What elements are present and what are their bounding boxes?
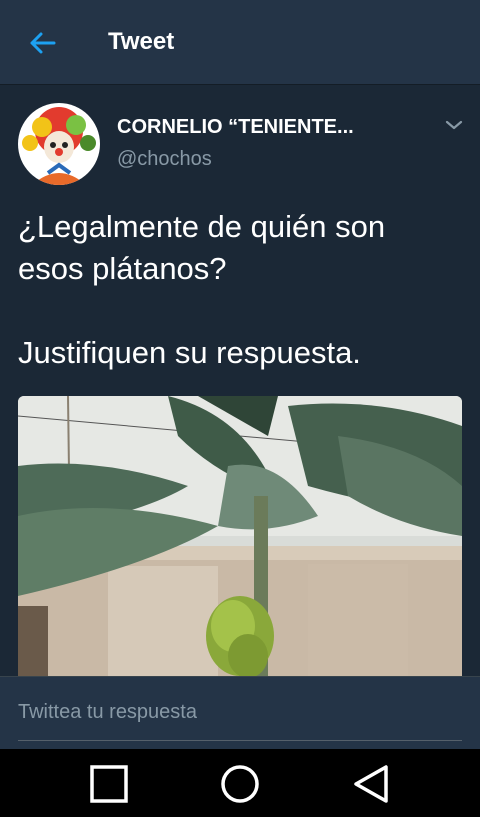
back-nav-button[interactable] (350, 763, 392, 805)
tweet: CORNELIO “TENIENTE... @chochos ¿Legalmen… (0, 86, 480, 676)
reply-underline (18, 740, 462, 741)
recents-button[interactable] (88, 763, 130, 805)
reply-input[interactable]: Twittea tu respuesta (18, 701, 197, 724)
square-icon (90, 765, 128, 803)
page-title: Tweet (108, 28, 175, 55)
arrow-left-icon (30, 32, 56, 54)
top-app-bar: Tweet (0, 0, 480, 85)
author-handle[interactable]: @chochos (117, 148, 212, 171)
tweet-image[interactable] (18, 396, 462, 676)
system-nav-bar (0, 749, 480, 817)
avatar[interactable] (18, 103, 100, 185)
tweet-menu-button[interactable] (444, 118, 464, 132)
reply-bar: Twittea tu respuesta (0, 676, 480, 749)
tweet-text: ¿Legalmente de quién son esos plátanos? … (18, 209, 386, 370)
triangle-back-icon (354, 765, 388, 803)
author-name[interactable]: CORNELIO “TENIENTE... (117, 116, 354, 139)
back-button[interactable] (24, 27, 60, 59)
chevron-down-icon (445, 120, 463, 130)
circle-icon (221, 765, 259, 803)
home-button[interactable] (219, 763, 261, 805)
